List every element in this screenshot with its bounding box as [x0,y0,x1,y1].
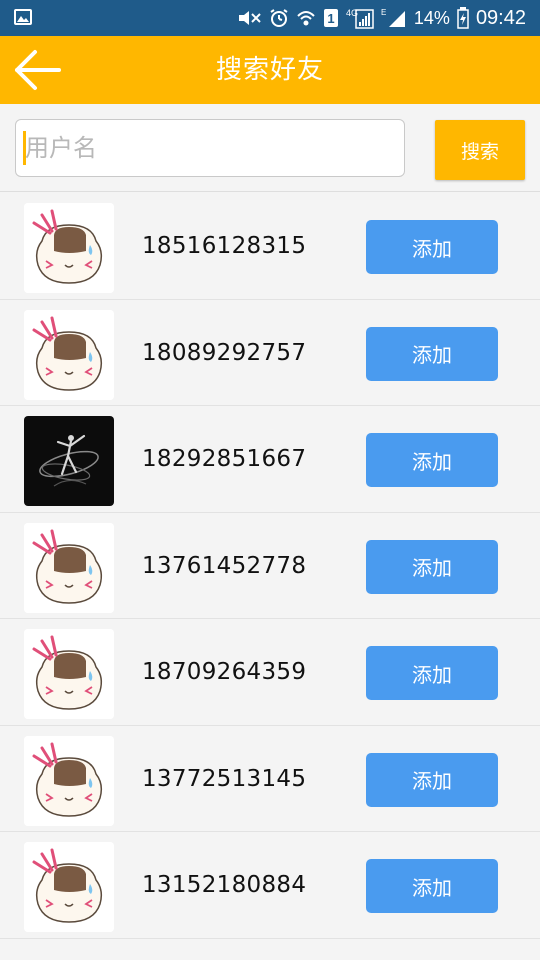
list-item[interactable]: 18292851667 添加 [0,406,540,513]
wifi-icon [296,8,316,28]
phone-number: 18292851667 [142,446,307,472]
list-item[interactable]: 18516128315 添加 [0,193,540,300]
page-title: 搜索好友 [215,55,324,85]
cartoon-avatar-icon [24,309,114,400]
avatar [24,522,114,613]
cartoon-avatar-icon [24,522,114,613]
avatar [24,735,114,826]
sim-icon: 1 [323,8,339,28]
back-button[interactable] [10,44,66,96]
add-friend-button[interactable]: 添加 [366,646,498,700]
list-item[interactable]: 13761452778 添加 [0,512,540,619]
add-friend-button[interactable]: 添加 [366,326,498,381]
cartoon-avatar-icon [24,629,114,719]
alarm-icon [269,8,289,28]
add-friend-button[interactable]: 添加 [366,752,498,807]
phone-number: 13761452778 [142,552,307,579]
dancer-photo-icon [24,416,114,506]
cartoon-avatar-icon [24,203,114,293]
list-item[interactable]: 13152180884 添加 [0,832,540,939]
phone-number: 18516128315 [142,233,307,259]
phone-number: 18089292757 [142,339,307,366]
add-friend-button[interactable]: 添加 [366,859,498,913]
search-button[interactable]: 搜索 [435,120,525,180]
search-input[interactable] [15,119,405,177]
phone-number: 13152180884 [142,872,307,898]
add-friend-button[interactable]: 添加 [366,539,498,594]
arrow-left-icon [15,50,61,90]
add-friend-button[interactable]: 添加 [366,433,498,487]
friend-list: 18516128315 添加 18089292757 添加 1829285166… [0,193,540,939]
text-cursor [23,131,26,165]
phone-number: 13772513145 [142,765,307,792]
cartoon-avatar-icon [24,735,114,826]
image-icon [14,9,32,25]
signal-icon: E [381,7,407,29]
signal-icon: 4G [346,7,374,29]
add-friend-button[interactable]: 添加 [366,220,498,274]
title-bar: 搜索好友 [0,36,540,104]
list-item[interactable]: 13772513145 添加 [0,725,540,832]
data-label: E [381,8,386,17]
clock: 09:42 [475,6,526,29]
sim-label: 1 [327,11,334,26]
avatar [24,842,114,932]
list-item[interactable]: 18709264359 添加 [0,619,540,726]
status-icons: 1 4G E 14% 09:42 [236,0,526,36]
avatar [24,629,114,719]
avatar [24,203,114,293]
avatar [24,309,114,400]
battery-percent: 14% [413,7,450,28]
battery-icon [457,7,469,29]
avatar [24,416,114,506]
phone-number: 18709264359 [142,659,307,685]
mute-icon [236,8,262,28]
cartoon-avatar-icon [24,842,114,932]
status-bar: 1 4G E 14% 09:42 [0,0,540,36]
list-item[interactable]: 18089292757 添加 [0,299,540,406]
